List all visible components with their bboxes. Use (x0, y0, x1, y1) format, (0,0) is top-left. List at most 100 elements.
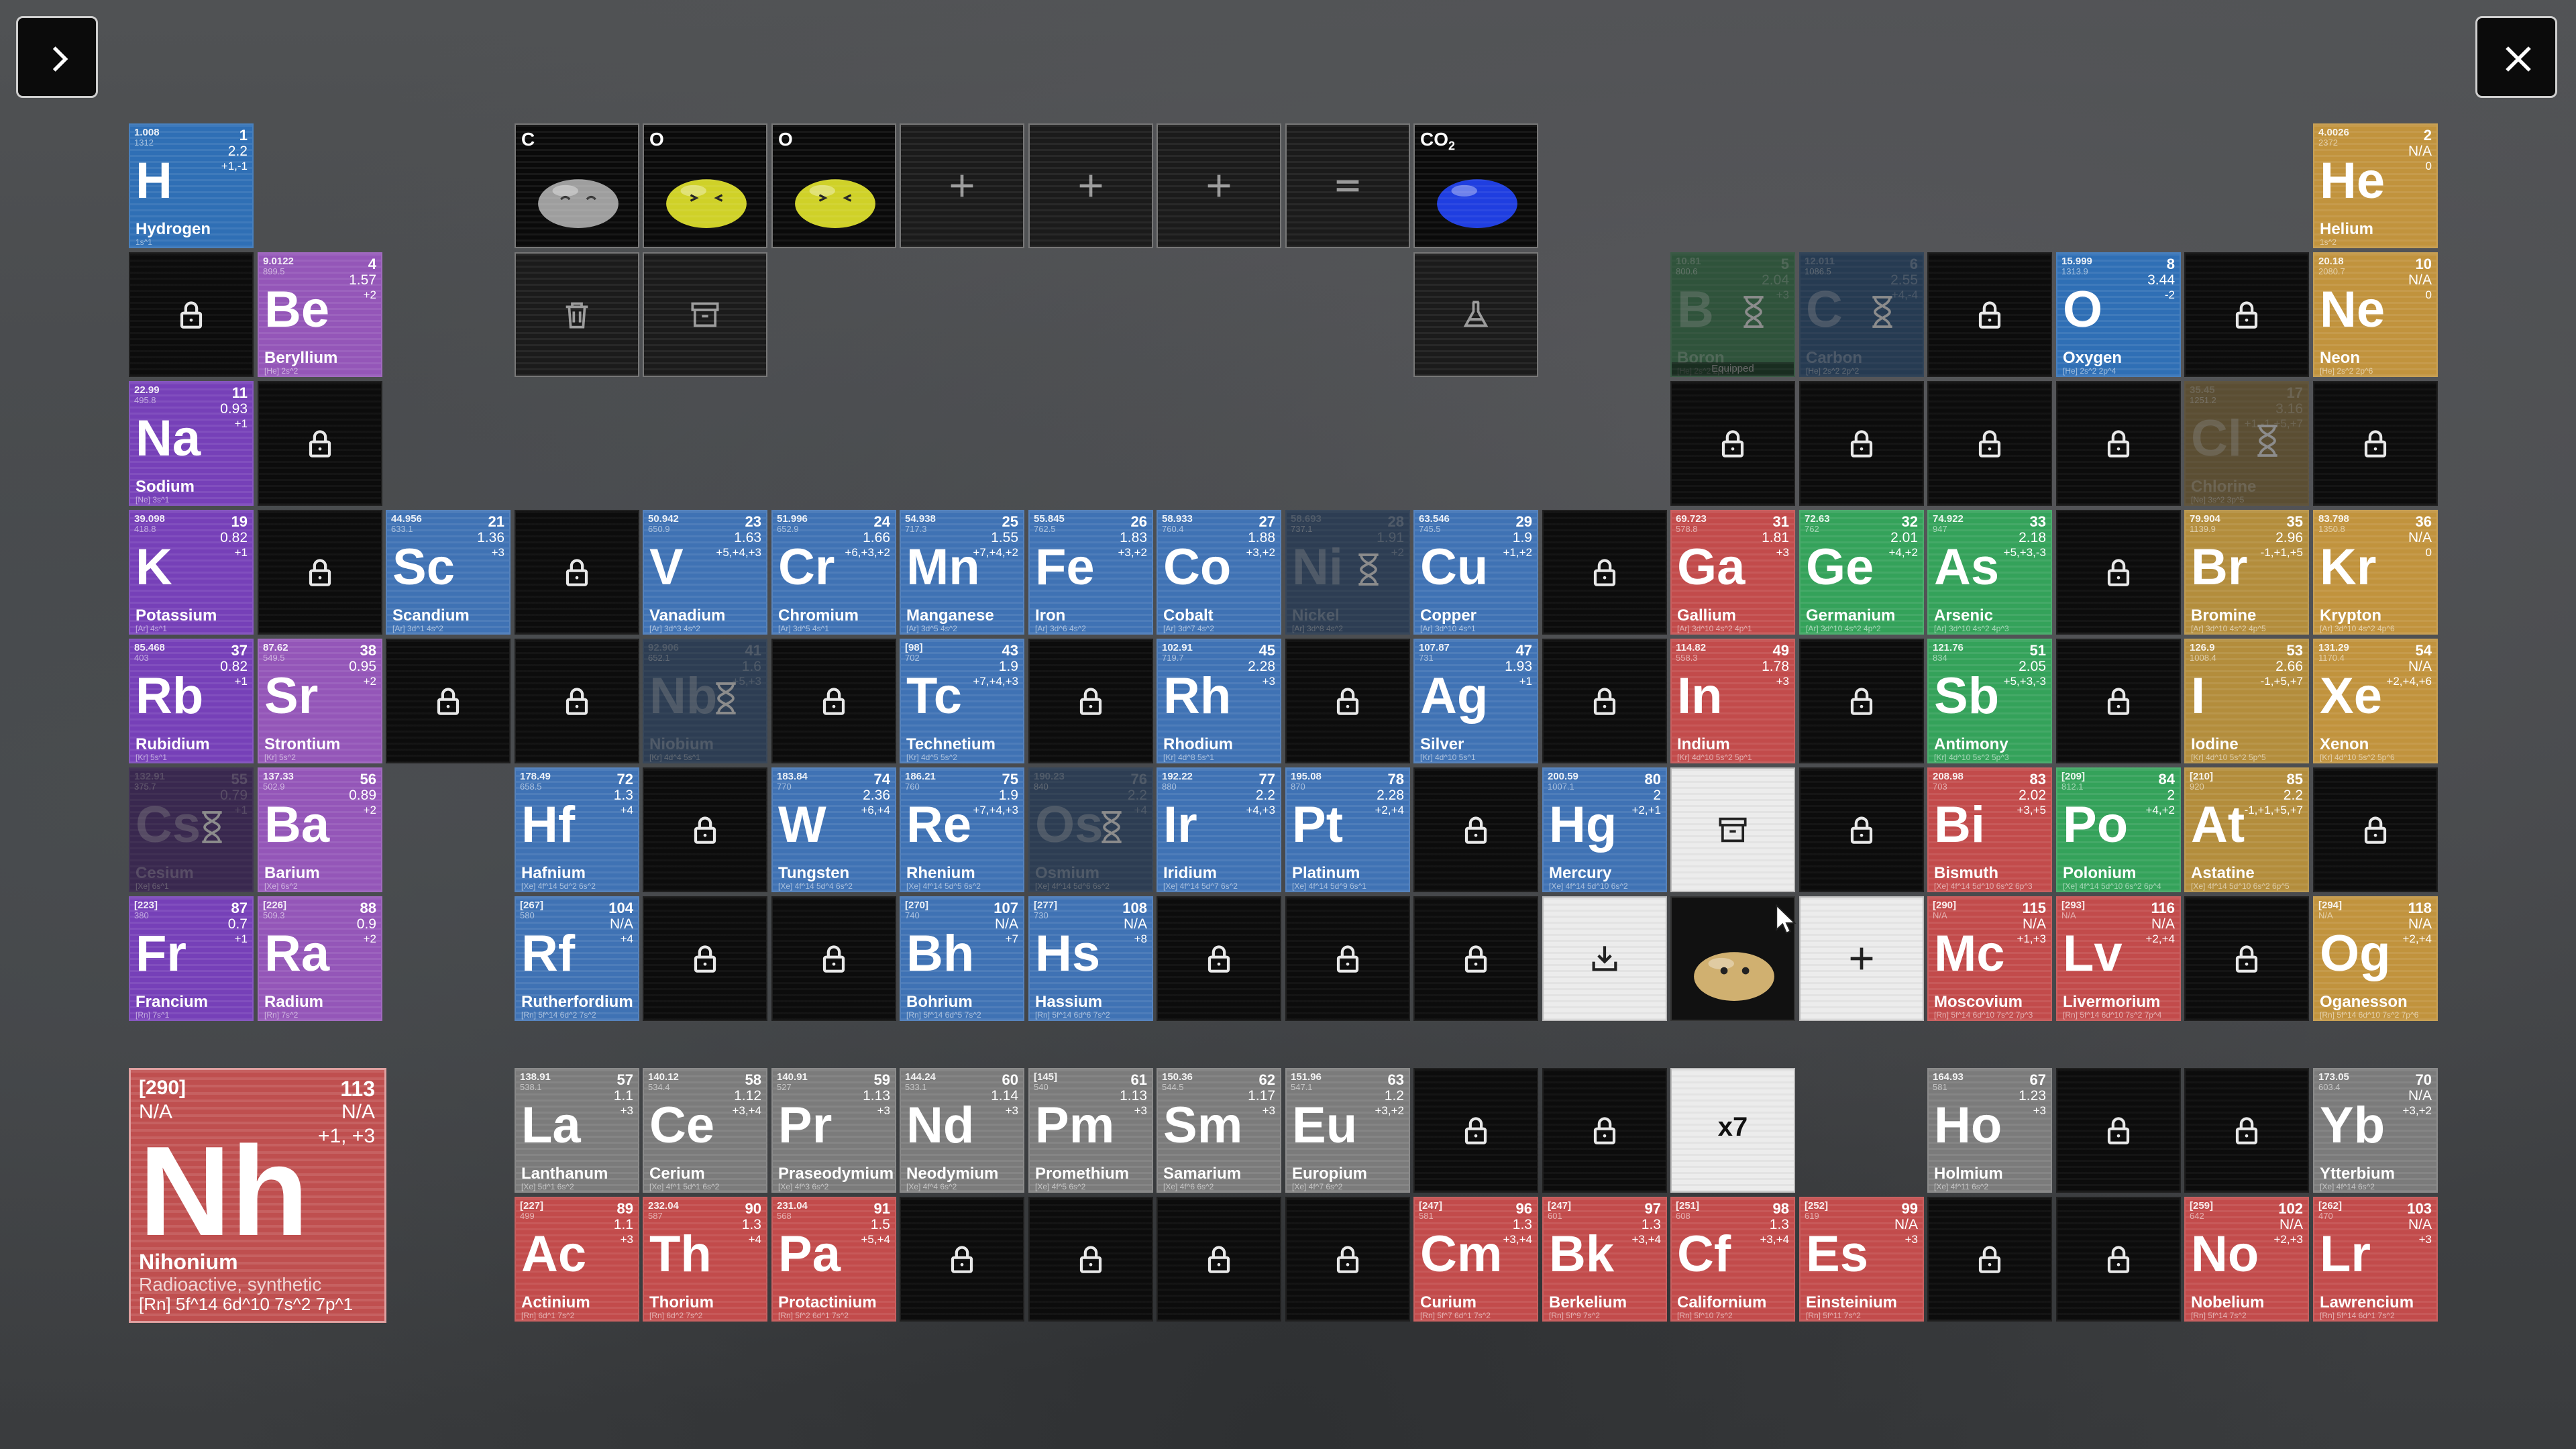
element-tile-osmium[interactable]: 190.23 840 76 2.2 +4 Os Osmium [Xe] 4f^14 5d^6 … (1028, 767, 1153, 892)
element-tile-indium[interactable]: 114.82 558.3 49 1.78 +3 In Indium [Kr] 4d^10 5s… (1670, 639, 1795, 763)
craft-ingredient-slot[interactable]: O (771, 123, 896, 248)
locked-tile[interactable] (129, 252, 254, 377)
locked-tile[interactable] (1413, 896, 1538, 1021)
element-tile-mercury[interactable]: 200.59 1007.1 80 2 +2,+1 Hg Mercury [Xe] 4f^14 … (1542, 767, 1667, 892)
element-tile-arsenic[interactable]: 74.922 947 33 2.18 +5,+3,-3 As Arsenic [Ar] 3d^… (1927, 510, 2052, 635)
locked-tile[interactable] (900, 1197, 1024, 1322)
locked-tile[interactable] (2056, 381, 2181, 506)
add-button[interactable] (1799, 896, 1924, 1021)
element-tile-krypton[interactable]: 83.798 1350.8 36 N/A 0 Kr Krypton [Ar] 3d^10 4s… (2313, 510, 2438, 635)
element-tile-cesium[interactable]: 132.91 375.7 55 0.79 +1 Cs Cesium [Xe] 6s^1 (129, 767, 254, 892)
element-tile-neon[interactable]: 20.18 2080.7 10 N/A 0 Ne Neon [He] 2s^2 2p^6 (2313, 252, 2438, 377)
element-tile-californium[interactable]: [251] 608 98 1.3 +3,+4 Cf Californium [Rn] 5f^1… (1670, 1197, 1795, 1322)
brew-button[interactable] (1413, 252, 1538, 377)
element-tile-nickel[interactable]: 58.693 737.1 28 1.91 +2 Ni Nickel [Ar] 3d^8 4s^… (1285, 510, 1410, 635)
element-tile-bromine[interactable]: 79.904 1139.9 35 2.96 -1,+1,+5 Br Bromine [Ar] … (2184, 510, 2309, 635)
element-tile-rhodium[interactable]: 102.91 719.7 45 2.28 +3 Rh Rhodium [Kr] 4d^8 5s… (1157, 639, 1281, 763)
craft-result-slot[interactable]: CO2 (1413, 123, 1538, 248)
locked-tile[interactable] (515, 639, 639, 763)
craft-ingredient-slot[interactable]: C (515, 123, 639, 248)
locked-tile[interactable] (643, 896, 767, 1021)
element-tile-praseodymium[interactable]: 140.91 527 59 1.13 +3 Pr Praseodymium [Xe] 4f^3… (771, 1068, 896, 1193)
element-tile-berkelium[interactable]: [247] 601 97 1.3 +3,+4 Bk Berkelium [Rn] 5f^9 7… (1542, 1197, 1667, 1322)
locked-tile[interactable] (515, 510, 639, 635)
element-tile-hassium[interactable]: [277] 730 108 N/A +8 Hs Hassium [Rn] 5f^14 6d^6… (1028, 896, 1153, 1021)
archive-button[interactable] (643, 252, 767, 377)
craft-empty-slot[interactable] (900, 123, 1024, 248)
locked-tile[interactable] (1799, 639, 1924, 763)
store-button[interactable] (1670, 767, 1795, 892)
craft-ingredient-slot[interactable]: O (643, 123, 767, 248)
element-tile-chlorine[interactable]: 35.45 1251.2 17 3.16 +1,-1,+5,+7 Cl Chlorine [N… (2184, 381, 2309, 506)
element-tile-niobium[interactable]: 92.906 652.1 41 1.6 +5,+3 Nb Niobium [Kr] 4d^4 … (643, 639, 767, 763)
locked-tile[interactable] (1927, 1197, 2052, 1322)
element-tile-actinium[interactable]: [227] 499 89 1.1 +3 Ac Actinium [Rn] 6d^1 7s^2 (515, 1197, 639, 1322)
locked-tile[interactable] (1285, 1197, 1410, 1322)
element-tile-iron[interactable]: 55.845 762.5 26 1.83 +3,+2 Fe Iron [Ar] 3d^6 4s… (1028, 510, 1153, 635)
locked-tile[interactable] (386, 639, 511, 763)
locked-tile[interactable] (2184, 1068, 2309, 1193)
locked-tile[interactable] (2184, 252, 2309, 377)
element-tile-thorium[interactable]: 232.04 587 90 1.3 +4 Th Thorium [Rn] 6d^2 7s^2 (643, 1197, 767, 1322)
element-tile-rhenium[interactable]: 186.21 760 75 1.9 +7,+4,+3 Re Rhenium [Xe] 4f^1… (900, 767, 1024, 892)
element-tile-tungsten[interactable]: 183.84 770 74 2.36 +6,+4 W Tungsten [Xe] 4f^14 … (771, 767, 896, 892)
element-tile-cerium[interactable]: 140.12 534.4 58 1.12 +3,+4 Ce Cerium [Xe] 4f^1 … (643, 1068, 767, 1193)
locked-tile[interactable] (1542, 510, 1667, 635)
element-tile-francium[interactable]: [223] 380 87 0.7 +1 Fr Francium [Rn] 7s^1 (129, 896, 254, 1021)
open-panel-button[interactable] (16, 16, 98, 98)
element-tile-copper[interactable]: 63.546 745.5 29 1.9 +1,+2 Cu Copper [Ar] 3d^10 … (1413, 510, 1538, 635)
element-tile-silver[interactable]: 107.87 731 47 1.93 +1 Ag Silver [Kr] 4d^10 5s^1 (1413, 639, 1538, 763)
element-tile-chromium[interactable]: 51.996 652.9 24 1.66 +6,+3,+2 Cr Chromium [Ar] … (771, 510, 896, 635)
element-tile-nobelium[interactable]: [259] 642 102 N/A +2,+3 No Nobelium [Rn] 5f^14 … (2184, 1197, 2309, 1322)
import-button[interactable] (1542, 896, 1667, 1021)
locked-tile[interactable] (2056, 639, 2181, 763)
locked-tile[interactable] (1799, 381, 1924, 506)
element-tile-holmium[interactable]: 164.93 581 67 1.23 +3 Ho Holmium [Xe] 4f^11 6s^… (1927, 1068, 2052, 1193)
element-tile-rutherfordium[interactable]: [267] 580 104 N/A +4 Rf Rutherfordium [Rn] 5f^1… (515, 896, 639, 1021)
element-tile-sodium[interactable]: 22.99 495.8 11 0.93 +1 Na Sodium [Ne] 3s^1 (129, 381, 254, 506)
element-tile-hafnium[interactable]: 178.49 658.5 72 1.3 +4 Hf Hafnium [Xe] 4f^14 5d… (515, 767, 639, 892)
element-tile-neodymium[interactable]: 144.24 533.1 60 1.14 +3 Nd Neodymium [Xe] 4f^4 … (900, 1068, 1024, 1193)
element-tile-polonium[interactable]: [209] 812.1 84 2 +4,+2 Po Polonium [Xe] 4f^14 5… (2056, 767, 2181, 892)
element-tile-scandium[interactable]: 44.956 633.1 21 1.36 +3 Sc Scandium [Ar] 3d^1 4… (386, 510, 511, 635)
locked-tile[interactable] (771, 896, 896, 1021)
element-tile-lawrencium[interactable]: [262] 470 103 N/A +3 Lr Lawrencium [Rn] 5f^14 6… (2313, 1197, 2438, 1322)
element-tile-strontium[interactable]: 87.62 549.5 38 0.95 +2 Sr Strontium [Kr] 5s^2 (258, 639, 382, 763)
element-tile-iridium[interactable]: 192.22 880 77 2.2 +4,+3 Ir Iridium [Xe] 4f^14 5… (1157, 767, 1281, 892)
locked-tile[interactable] (1285, 896, 1410, 1021)
close-button[interactable] (2475, 16, 2557, 98)
element-tile-antimony[interactable]: 121.76 834 51 2.05 +5,+3,-3 Sb Antimony [Kr] 4d… (1927, 639, 2052, 763)
element-tile-cobalt[interactable]: 58.933 760.4 27 1.88 +3,+2 Co Cobalt [Ar] 3d^7 … (1157, 510, 1281, 635)
locked-tile[interactable] (1157, 896, 1281, 1021)
locked-tile[interactable] (1670, 381, 1795, 506)
locked-tile[interactable] (1028, 639, 1153, 763)
element-tile-xenon[interactable]: 131.29 1170.4 54 N/A +2,+4,+6 Xe Xenon [Kr] 4d^… (2313, 639, 2438, 763)
element-tile-moscovium[interactable]: [290] N/A 115 N/A +1,+3 Mc Moscovium [Rn] 5f^14… (1927, 896, 2052, 1021)
element-tile-ytterbium[interactable]: 173.05 603.4 70 N/A +3,+2 Yb Ytterbium [Xe] 4f^… (2313, 1068, 2438, 1193)
element-tile-lanthanum[interactable]: 138.91 538.1 57 1.1 +3 La Lanthanum [Xe] 5d^1 6… (515, 1068, 639, 1193)
element-tile-einsteinium[interactable]: [252] 619 99 N/A +3 Es Einsteinium [Rn] 5f^11 7… (1799, 1197, 1924, 1322)
element-tile-bohrium[interactable]: [270] 740 107 N/A +7 Bh Bohrium [Rn] 5f^14 6d^5… (900, 896, 1024, 1021)
locked-tile[interactable] (1413, 767, 1538, 892)
element-tile-potassium[interactable]: 39.098 418.8 19 0.82 +1 K Potassium [Ar] 4s^1 (129, 510, 254, 635)
element-tile-boron[interactable]: 10.81 800.6 5 2.04 +3 B Boron [He] 2s^2 2p^1 Equ… (1670, 252, 1795, 377)
element-tile-technetium[interactable]: [98] 702 43 1.9 +7,+4,+3 Tc Technetium [Kr] 4d^… (900, 639, 1024, 763)
locked-tile[interactable] (2056, 510, 2181, 635)
craft-empty-slot[interactable] (1028, 123, 1153, 248)
element-tile-platinum[interactable]: 195.08 870 78 2.28 +2,+4 Pt Platinum [Xe] 4f^14… (1285, 767, 1410, 892)
element-tile-livermorium[interactable]: [293] N/A 116 N/A +2,+4 Lv Livermorium [Rn] 5f^… (2056, 896, 2181, 1021)
locked-tile[interactable] (1285, 639, 1410, 763)
element-tile-astatine[interactable]: [210] 920 85 2.2 -1,+1,+5,+7 At Astatine [Xe] 4… (2184, 767, 2309, 892)
locked-tile[interactable] (1799, 767, 1924, 892)
element-tile-carbon[interactable]: 12.011 1086.5 6 2.55 +4,-4 C Carbon [He] 2s^2 2… (1799, 252, 1924, 377)
element-tile-protactinium[interactable]: 231.04 568 91 1.5 +5,+4 Pa Protactinium [Rn] 5f… (771, 1197, 896, 1322)
element-tile-bismuth[interactable]: 208.98 703 83 2.02 +3,+5 Bi Bismuth [Xe] 4f^14 … (1927, 767, 2052, 892)
craft-empty-slot[interactable] (1157, 123, 1281, 248)
locked-tile[interactable] (771, 639, 896, 763)
element-tile-barium[interactable]: 137.33 502.9 56 0.89 +2 Ba Barium [Xe] 6s^2 (258, 767, 382, 892)
locked-tile[interactable] (1927, 252, 2052, 377)
locked-tile[interactable] (258, 510, 382, 635)
element-tile-manganese[interactable]: 54.938 717.3 25 1.55 +7,+4,+2 Mn Manganese [Ar]… (900, 510, 1024, 635)
locked-tile[interactable] (2313, 767, 2438, 892)
locked-tile[interactable] (1413, 1068, 1538, 1193)
